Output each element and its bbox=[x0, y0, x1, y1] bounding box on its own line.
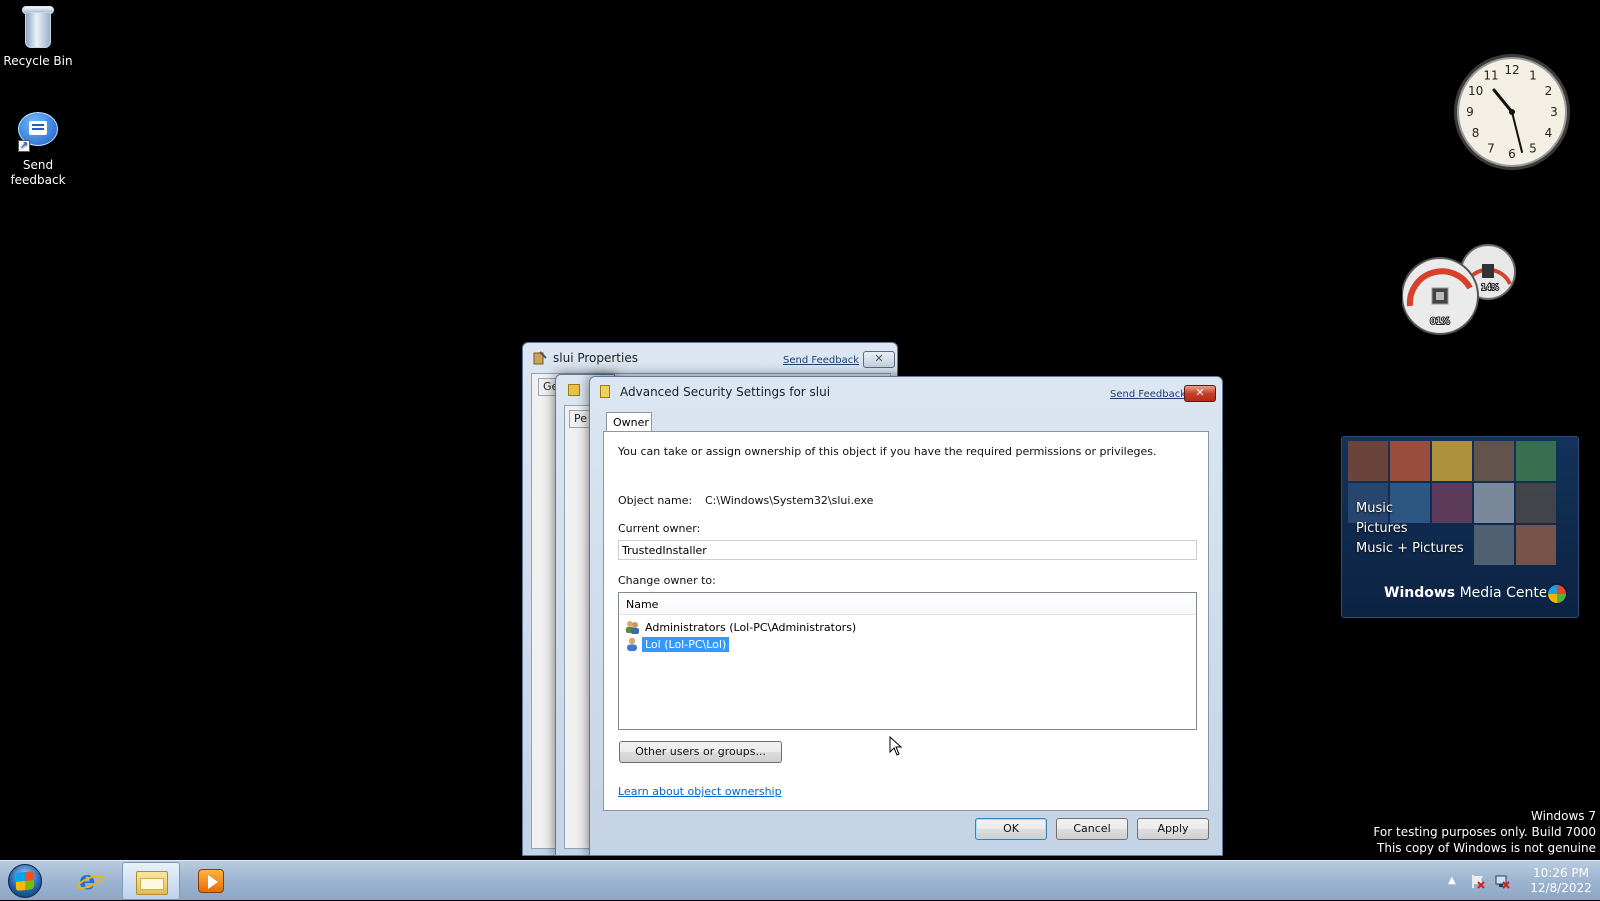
tab-permissions-partial[interactable]: Pe bbox=[569, 410, 591, 428]
owner-row-lol[interactable]: Lol (Lol-PC\Lol) bbox=[625, 636, 730, 652]
cpu-readout: 01% bbox=[1430, 317, 1450, 327]
media-center-brand-bold: Windows bbox=[1384, 585, 1456, 601]
recycle-bin-icon bbox=[20, 4, 56, 50]
slui-properties-close-button[interactable]: ✕ bbox=[863, 351, 895, 368]
network-icon[interactable] bbox=[1494, 873, 1510, 889]
current-owner-field[interactable]: TrustedInstaller bbox=[618, 540, 1197, 560]
media-center-menu-music-pictures[interactable]: Music + Pictures bbox=[1356, 539, 1464, 559]
dialog-title: Advanced Security Settings for slui bbox=[620, 385, 831, 399]
mouse-cursor-icon bbox=[889, 736, 903, 756]
group-icon bbox=[626, 621, 639, 634]
owner-name: Lol (Lol-PC\Lol) bbox=[642, 636, 730, 652]
advanced-security-titlebar[interactable]: Advanced Security Settings for slui Send… bbox=[590, 377, 1222, 407]
feedback-icon: ↗ bbox=[16, 110, 60, 154]
clock-numeral: 4 bbox=[1545, 126, 1553, 140]
clock-gadget[interactable]: 12 12 3 45678 9 1011 bbox=[1452, 52, 1572, 172]
media-center-menu: Music Pictures Music + Pictures bbox=[1356, 499, 1464, 559]
watermark-line-2: For testing purposes only. Build 7000 bbox=[1373, 825, 1596, 839]
cpu-meter-gadget[interactable]: 14% 01% bbox=[1402, 244, 1526, 340]
system-tray: ▲ 10:26 PM 12/8/2022 bbox=[1410, 861, 1600, 901]
clock-numeral: 12 bbox=[1504, 63, 1519, 77]
folder-icon bbox=[568, 384, 580, 396]
explorer-folder-icon bbox=[136, 871, 168, 895]
clock-numeral: 11 bbox=[1483, 69, 1498, 83]
owner-row-administrators[interactable]: Administrators (Lol-PC\Administrators) bbox=[625, 619, 859, 635]
current-owner-label: Current owner: bbox=[618, 522, 701, 535]
memory-readout: 14% bbox=[1481, 283, 1499, 292]
clock-numeral: 10 bbox=[1468, 84, 1483, 98]
taskbar-time: 10:26 PM bbox=[1533, 866, 1589, 880]
cancel-button[interactable]: Cancel bbox=[1056, 818, 1128, 840]
media-player-icon bbox=[198, 869, 224, 893]
dialog-send-feedback-link[interactable]: Send Feedback bbox=[1110, 389, 1186, 400]
column-header-name[interactable]: Name bbox=[619, 593, 1196, 615]
taskbar: e ▲ 10:26 PM 12/8/2022 bbox=[0, 860, 1600, 900]
folder-icon bbox=[600, 385, 610, 398]
other-users-or-groups-button[interactable]: Other users or groups... bbox=[619, 741, 782, 763]
apply-button[interactable]: Apply bbox=[1137, 818, 1209, 840]
clock-numeral: 5 bbox=[1529, 141, 1537, 155]
ownership-intro-text: You can take or assign ownership of this… bbox=[618, 445, 1157, 458]
ok-button[interactable]: OK bbox=[975, 818, 1047, 840]
windows-logo-icon bbox=[16, 871, 34, 891]
show-hidden-icons-icon[interactable]: ▲ bbox=[1448, 875, 1456, 886]
send-feedback-shortcut[interactable]: ↗ Send feedback bbox=[0, 110, 76, 188]
object-name-value: C:\Windows\System32\slui.exe bbox=[705, 494, 874, 507]
clock-numeral: 9 bbox=[1466, 105, 1474, 119]
recycle-bin-label: Recycle Bin bbox=[3, 54, 73, 68]
close-icon: ✕ bbox=[1195, 386, 1205, 399]
change-owner-list[interactable]: Name Administrators (Lol-PC\Administrato… bbox=[618, 592, 1197, 730]
send-feedback-label: Send feedback bbox=[10, 158, 66, 187]
taskbar-media-player[interactable] bbox=[182, 862, 240, 900]
clock-numeral: 6 bbox=[1508, 147, 1516, 161]
clock-numeral: 2 bbox=[1545, 84, 1553, 98]
change-owner-label: Change owner to: bbox=[618, 574, 716, 587]
dialog-close-button[interactable]: ✕ bbox=[1184, 385, 1216, 402]
media-center-logo-icon bbox=[1546, 583, 1568, 605]
clock-numeral: 7 bbox=[1487, 141, 1495, 155]
media-center-brand: Windows Media Center bbox=[1384, 585, 1553, 601]
user-icon bbox=[627, 637, 637, 651]
slui-properties-titlebar[interactable]: slui Properties Send Feedback ✕ bbox=[523, 343, 897, 373]
clock-numeral: 8 bbox=[1472, 126, 1480, 140]
build-watermark: Windows 7 For testing purposes only. Bui… bbox=[1373, 808, 1596, 856]
start-button[interactable] bbox=[4, 863, 46, 899]
watermark-line-3: This copy of Windows is not genuine bbox=[1377, 841, 1596, 855]
owner-name: Administrators (Lol-PC\Administrators) bbox=[645, 620, 857, 634]
taskbar-internet-explorer[interactable]: e bbox=[62, 862, 120, 900]
clock-numeral: 3 bbox=[1550, 105, 1558, 119]
taskbar-clock[interactable]: 10:26 PM 12/8/2022 bbox=[1528, 866, 1594, 896]
clock-numeral: 1 bbox=[1529, 69, 1537, 83]
media-center-menu-music[interactable]: Music bbox=[1356, 499, 1464, 519]
slui-properties-title: slui Properties bbox=[553, 351, 638, 365]
internet-explorer-icon: e bbox=[75, 868, 105, 894]
media-center-gadget[interactable]: Music Pictures Music + Pictures Windows … bbox=[1341, 436, 1579, 618]
tab-owner[interactable]: Owner bbox=[606, 412, 652, 432]
taskbar-windows-explorer[interactable] bbox=[122, 862, 180, 900]
recycle-bin-shortcut[interactable]: Recycle Bin bbox=[0, 4, 76, 69]
action-center-flag-icon[interactable] bbox=[1470, 873, 1486, 889]
watermark-line-1: Windows 7 bbox=[1530, 809, 1596, 823]
taskbar-date: 12/8/2022 bbox=[1530, 881, 1592, 895]
learn-about-ownership-link[interactable]: Learn about object ownership bbox=[618, 785, 782, 798]
properties-icon bbox=[533, 351, 547, 365]
close-icon: ✕ bbox=[874, 352, 884, 365]
slui-properties-send-feedback-link[interactable]: Send Feedback bbox=[783, 355, 859, 366]
media-center-menu-pictures[interactable]: Pictures bbox=[1356, 519, 1464, 539]
media-center-brand-rest: Media Center bbox=[1459, 585, 1554, 601]
object-name-label: Object name: bbox=[618, 494, 693, 507]
